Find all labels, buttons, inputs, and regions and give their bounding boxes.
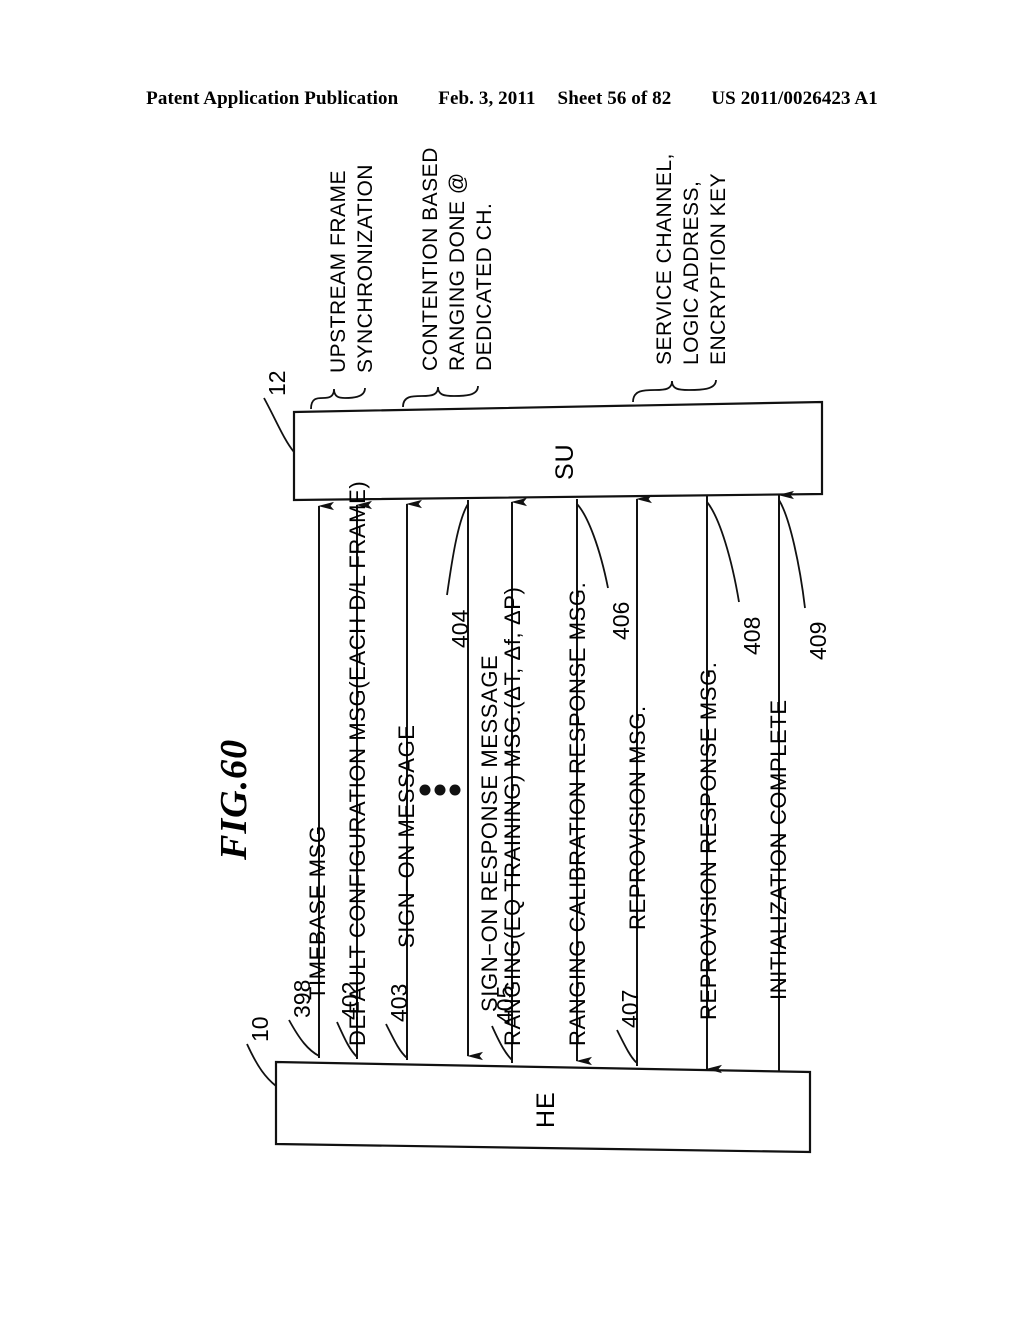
message-label-408: REPROVISION RESPONSE MSG. [696, 661, 721, 1020]
message-label-409: INITIALIZATION COMPLETE [766, 699, 791, 1000]
leader-404 [446, 503, 469, 596]
leader-398 [288, 1019, 320, 1057]
leader-406 [576, 503, 609, 589]
brace-label-upstream-frame-sync-line2: SYNCHRONIZATION [354, 164, 377, 373]
ref-12: 12 [264, 370, 290, 396]
brace-label-service-channel-line1: SERVICE CHANNEL, [653, 153, 676, 365]
brace-label-service-channel-line2: LOGIC ADDRESS, [680, 180, 703, 365]
brace-label-contention-ranging-line3: DEDICATED CH. [473, 202, 496, 371]
ref-409: 409 [805, 621, 831, 660]
leader-408 [706, 501, 740, 603]
leader-10 [246, 1043, 277, 1087]
message-label-403: SIGN−ON MESSAGE [394, 724, 419, 948]
message-label-407: REPROVISION MSG. [625, 705, 650, 930]
patent-figure: FIG.60 SU HE 12 10 398 402 403 404 405 4… [0, 0, 1024, 1320]
leader-403 [385, 1023, 408, 1059]
ref-406: 406 [608, 601, 634, 640]
leader-409 [778, 499, 806, 609]
ellipsis-dots [419, 784, 461, 796]
ref-403: 403 [386, 983, 412, 1022]
figure-label: FIG.60 [213, 738, 255, 860]
brace-label-upstream-frame-sync-line1: UPSTREAM FRAME [327, 169, 350, 373]
leader-407 [616, 1029, 638, 1064]
message-label-406: RANGING CALIBRATION RESPONSE MSG. [565, 581, 590, 1046]
brace-upstream-frame-sync [310, 387, 366, 410]
brace-label-contention-ranging-line1: CONTENTION BASED [419, 147, 442, 371]
ref-10: 10 [247, 1016, 273, 1042]
message-label-402: DEFAULT CONFIGURATION MSG(EACH D/L FRAME… [345, 480, 370, 1046]
message-label-398: TIMEBASE MSG [305, 825, 330, 1000]
brace-service-channel [632, 379, 717, 403]
leader-12 [263, 397, 295, 453]
brace-label-contention-ranging-line2: RANGING DONE @ [446, 172, 469, 371]
he-label: HE [532, 1091, 560, 1128]
ref-408: 408 [739, 616, 765, 655]
brace-contention-ranging [402, 385, 479, 408]
ref-407: 407 [617, 989, 643, 1028]
brace-label-service-channel-line3: ENCRYPTION KEY [707, 172, 730, 365]
ref-404: 404 [447, 609, 473, 648]
message-label-405: RANGING(EQ TRAINING) MSG.(ΔT, Δf, ΔP) [500, 586, 525, 1046]
su-label: SU [551, 443, 579, 480]
